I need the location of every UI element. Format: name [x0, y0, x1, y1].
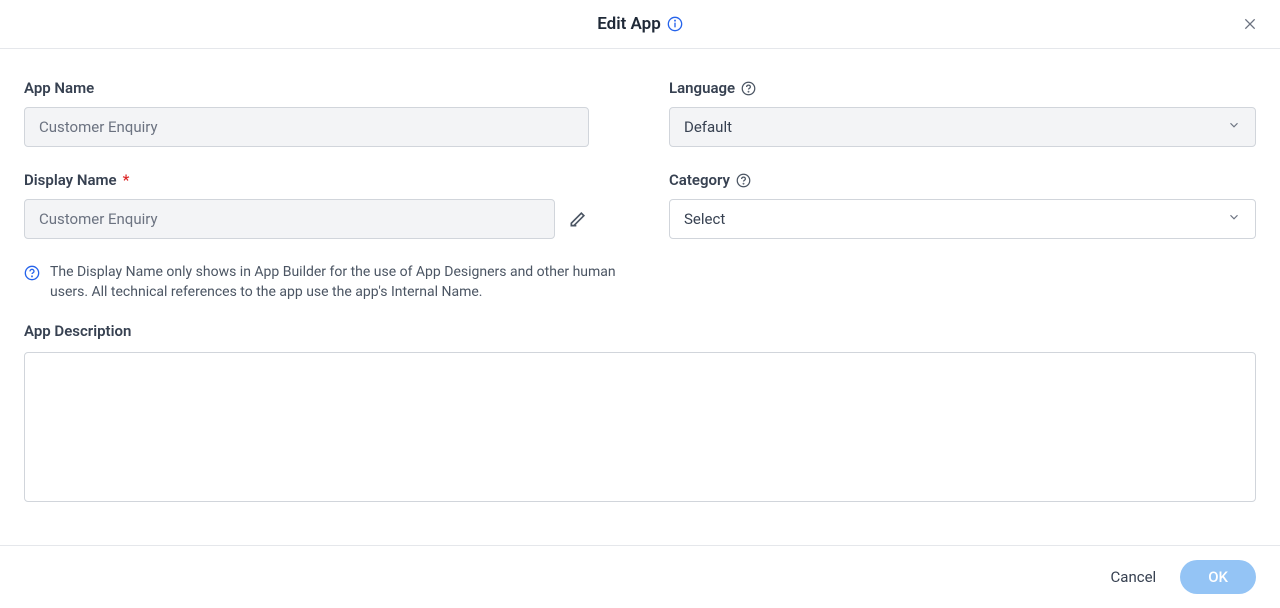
display-name-hint: The Display Name only shows in App Build…: [24, 263, 1256, 302]
form-row-2: Display Name * Category: [24, 171, 1256, 239]
app-name-label-text: App Name: [24, 79, 94, 97]
modal-body: App Name Language Default: [0, 49, 1280, 526]
category-group: Category Select: [669, 171, 1256, 239]
chevron-down-icon: [1227, 118, 1241, 136]
language-selected-text: Default: [684, 118, 732, 136]
display-name-input-wrap: [24, 199, 589, 239]
category-label: Category: [669, 171, 1256, 189]
language-label-text: Language: [669, 79, 735, 97]
app-name-label: App Name: [24, 79, 589, 97]
info-icon[interactable]: [667, 16, 683, 32]
display-name-label: Display Name *: [24, 171, 589, 189]
help-icon[interactable]: [741, 81, 756, 96]
category-label-text: Category: [669, 171, 730, 189]
cancel-button[interactable]: Cancel: [1111, 568, 1157, 586]
display-name-input[interactable]: [24, 199, 555, 239]
language-label: Language: [669, 79, 1256, 97]
language-group: Language Default: [669, 79, 1256, 147]
language-select[interactable]: Default: [669, 107, 1256, 147]
display-name-group: Display Name *: [24, 171, 589, 239]
close-button[interactable]: [1240, 14, 1260, 34]
modal-title-text: Edit App: [597, 14, 661, 34]
app-name-input[interactable]: [24, 107, 589, 147]
modal-title: Edit App: [597, 14, 683, 34]
category-selected-text: Select: [684, 210, 725, 228]
description-group: App Description: [24, 322, 1256, 506]
app-name-group: App Name: [24, 79, 589, 147]
description-textarea[interactable]: [24, 352, 1256, 502]
modal-header: Edit App: [0, 0, 1280, 49]
form-row-1: App Name Language Default: [24, 79, 1256, 147]
description-label: App Description: [24, 322, 1256, 340]
ok-button[interactable]: OK: [1180, 560, 1256, 594]
modal-footer: Cancel OK: [0, 545, 1280, 608]
help-icon[interactable]: [24, 265, 40, 302]
help-icon[interactable]: [736, 173, 751, 188]
required-asterisk: *: [123, 171, 130, 189]
display-name-hint-text: The Display Name only shows in App Build…: [50, 263, 630, 302]
edit-icon[interactable]: [567, 208, 589, 230]
display-name-label-text: Display Name: [24, 171, 117, 189]
chevron-down-icon: [1227, 210, 1241, 228]
category-select[interactable]: Select: [669, 199, 1256, 239]
